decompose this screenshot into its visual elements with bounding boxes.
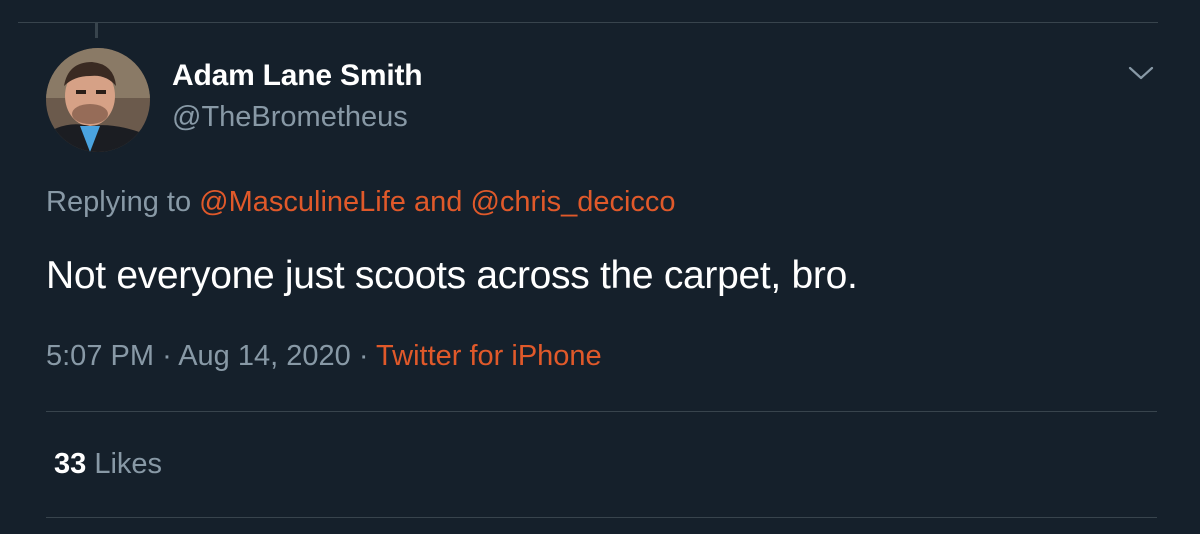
tweet-meta: 5:07 PM · Aug 14, 2020 · Twitter for iPh…	[46, 340, 602, 373]
chevron-down-icon[interactable]	[1126, 60, 1156, 86]
meta-separator: ·	[162, 340, 172, 372]
likes-count: 33	[54, 448, 87, 480]
divider	[46, 517, 1157, 518]
replying-to-line: Replying to @MasculineLife and @chris_de…	[46, 186, 676, 219]
divider	[46, 411, 1157, 412]
meta-separator: ·	[358, 340, 369, 372]
replying-to-label: Replying to	[46, 186, 192, 218]
author-display-name[interactable]: Adam Lane Smith	[172, 59, 423, 93]
tweet-date[interactable]: Aug 14, 2020	[178, 340, 351, 372]
likes-stat[interactable]: 33 Likes	[54, 448, 162, 481]
reply-mention-masculinelife[interactable]: @MasculineLife	[199, 186, 406, 218]
tweet-time[interactable]: 5:07 PM	[46, 340, 154, 372]
tweet-source[interactable]: Twitter for iPhone	[376, 340, 602, 372]
author-handle[interactable]: @TheBrometheus	[172, 101, 408, 134]
top-divider	[18, 22, 1158, 23]
avatar-photo	[46, 48, 150, 152]
reply-conjunction: and	[413, 186, 463, 218]
reply-mention-chris-decicco[interactable]: @chris_decicco	[470, 186, 675, 218]
thread-connector	[95, 22, 98, 38]
tweet-text: Not everyone just scoots across the carp…	[46, 254, 858, 297]
avatar[interactable]	[46, 48, 150, 152]
likes-label: Likes	[94, 448, 163, 480]
tweet-detail-view: Adam Lane Smith @TheBrometheus Replying …	[0, 0, 1200, 534]
